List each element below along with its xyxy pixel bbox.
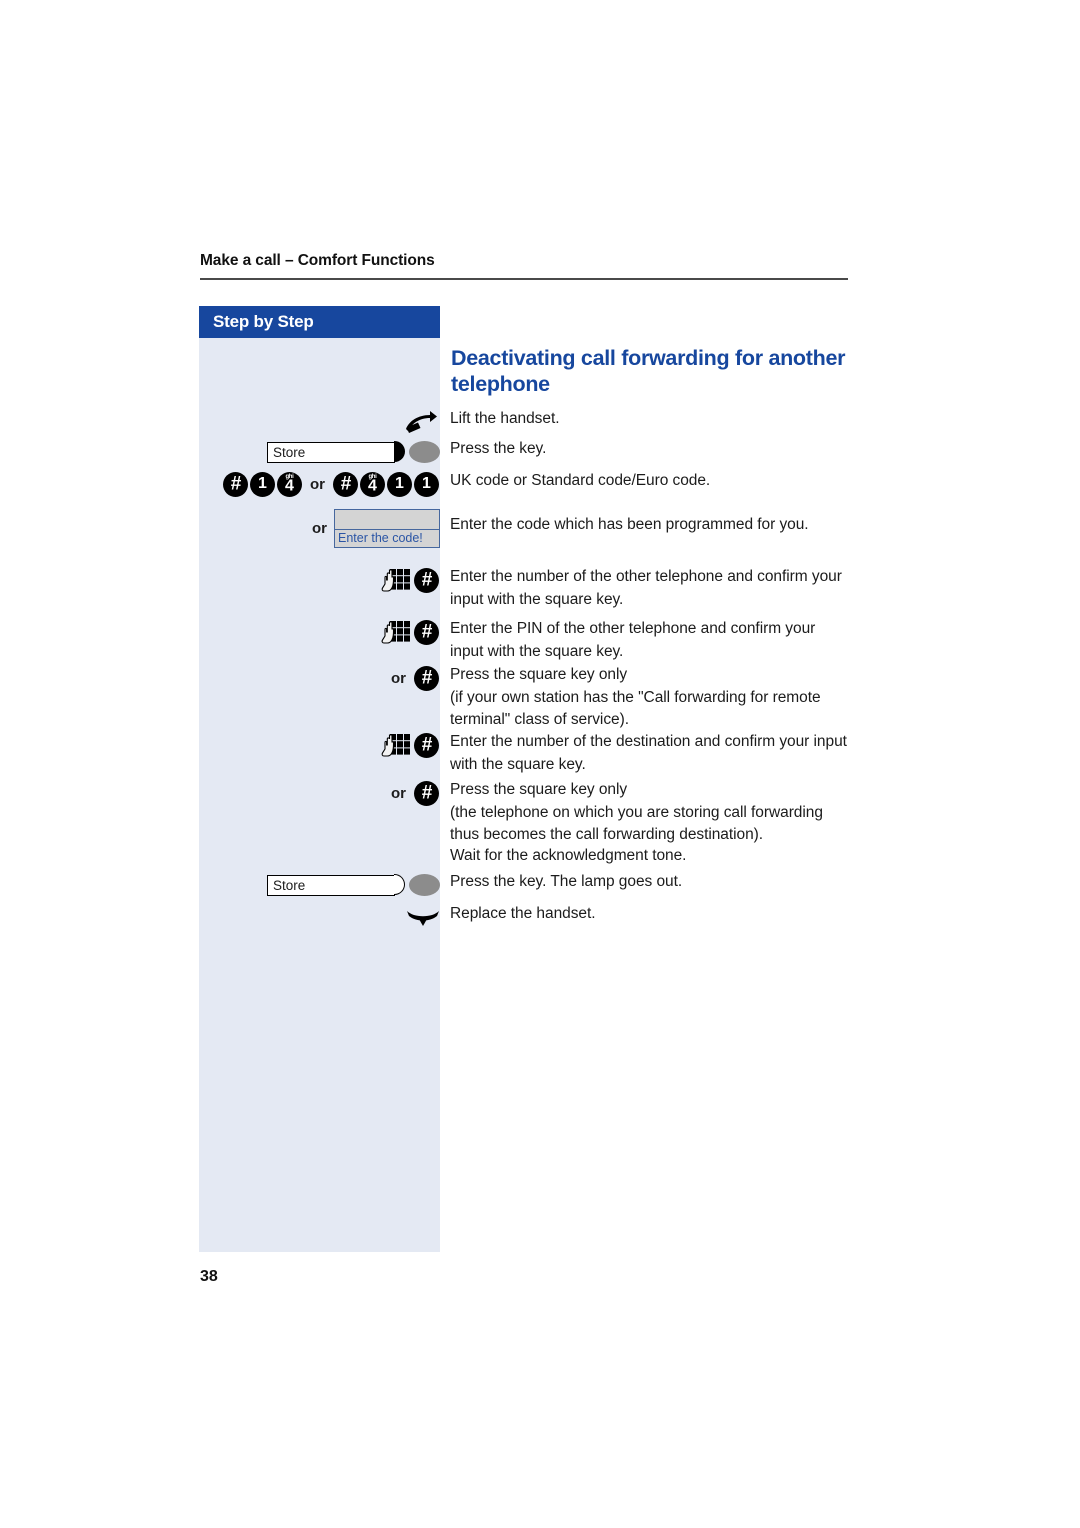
step-icon-group [406, 408, 440, 436]
keypad-key-glyph: 1 [395, 475, 404, 492]
function-key-store[interactable]: Store [267, 440, 440, 463]
or-label: or [391, 784, 406, 802]
step-icon-group: # [381, 731, 440, 759]
step-icon-group: or # [384, 664, 440, 692]
sidebar-title: Step by Step [213, 312, 314, 331]
keypad-key-glyph: # [421, 667, 433, 689]
keypad-key-glyph: # [421, 734, 433, 756]
header-rule [200, 278, 848, 280]
function-key-store[interactable]: Store [267, 873, 440, 896]
keypad-key-glyph: # [421, 782, 433, 804]
function-key-lamp [409, 874, 440, 896]
keypad-key-glyph: # [230, 473, 242, 495]
step-icon-group: # [381, 566, 440, 594]
keypad-key-1-icon: 1 [414, 471, 439, 497]
page-number: 38 [200, 1268, 218, 1285]
function-key-cap [394, 440, 405, 462]
function-key-body: Store [267, 873, 405, 896]
or-label: or [310, 475, 325, 493]
step-icon-group [406, 903, 440, 931]
handset-lift-icon [406, 411, 440, 433]
keypad-key-4-icon: ghi 4 [360, 471, 385, 497]
keypad-key-hash-icon: # [414, 619, 439, 645]
step-instruction-text: Press the key. [450, 440, 547, 457]
keypad-key-glyph: # [340, 473, 352, 495]
function-key-label: Store [273, 444, 306, 460]
or-label: or [391, 669, 406, 687]
handset-lift-icon [406, 411, 437, 433]
step-icon-group: Store [267, 871, 440, 899]
step-instruction-text: UK code or Standard code/Euro code. [450, 472, 711, 489]
keypad-key-glyph: 1 [422, 475, 431, 492]
step-instruction-text: Lift the handset. [450, 410, 560, 427]
keypad-key-4-icon: ghi 4 [277, 471, 302, 497]
handset-replace-icon [407, 911, 439, 926]
step-instruction-text: Enter the number of the other telephone … [450, 568, 842, 608]
sidebar-title-bar: Step by Step [199, 306, 440, 338]
keypad-key-hash-icon: # [333, 471, 358, 497]
keypad-key-hash-icon: # [223, 471, 248, 497]
step-icon-group: # [381, 618, 440, 646]
function-key-cap [394, 873, 405, 895]
step-instruction-text: Replace the handset. [450, 905, 596, 922]
page-title: Deactivating call forwarding for another… [451, 346, 846, 396]
keypad-key-glyph: # [421, 621, 433, 643]
keypad-key-hash-icon: # [414, 732, 439, 758]
function-key-label: Store [273, 877, 306, 893]
running-header: Make a call – Comfort Functions [200, 252, 435, 269]
step-icon-group: or Enter the code! [305, 508, 440, 548]
manual-page: Make a call – Comfort Functions Step by … [0, 0, 1080, 1528]
function-key-lamp [409, 441, 440, 463]
hand-dialing-keypad-icon [381, 733, 411, 758]
keypad-key-1-icon: 1 [250, 471, 275, 497]
step-instruction-text: Enter the code which has been programmed… [450, 516, 809, 533]
keypad-key-hash-icon: # [414, 665, 439, 691]
keypad-key-1-icon: 1 [387, 471, 412, 497]
handset-replace-icon [406, 906, 440, 928]
keypad-key-hash-icon: # [414, 780, 439, 806]
keypad-key-hash-icon: # [414, 567, 439, 593]
step-instruction-text: Wait for the acknowledgment tone. [450, 847, 687, 864]
display-prompt-text: Enter the code! [335, 529, 439, 547]
keypad-key-glyph: 4 [285, 477, 294, 495]
step-instruction-text: Press the square key only (the telephone … [450, 781, 823, 843]
phone-display-field[interactable]: Enter the code! [334, 508, 440, 548]
step-icon-group: #1 ghi 4 or # ghi 4 1 1 [222, 470, 440, 498]
step-icon-group: or # [384, 779, 440, 807]
step-icon-group: Store [267, 438, 440, 466]
or-label: or [312, 519, 327, 537]
hand-dialing-keypad-icon [381, 568, 411, 593]
keypad-key-glyph: # [421, 569, 433, 591]
step-instruction-text: Enter the number of the destination and … [450, 733, 847, 773]
keypad-key-glyph: 1 [258, 475, 267, 492]
function-key-body: Store [267, 440, 405, 463]
hand-dialing-keypad-icon [381, 620, 411, 645]
step-instruction-text: Press the key. The lamp goes out. [450, 873, 683, 890]
keypad-key-glyph: 4 [368, 477, 377, 495]
step-instruction-text: Enter the PIN of the other telephone and… [450, 620, 816, 660]
display-blank-line [335, 509, 439, 530]
step-instruction-text: Press the square key only (if your own st… [450, 666, 821, 728]
